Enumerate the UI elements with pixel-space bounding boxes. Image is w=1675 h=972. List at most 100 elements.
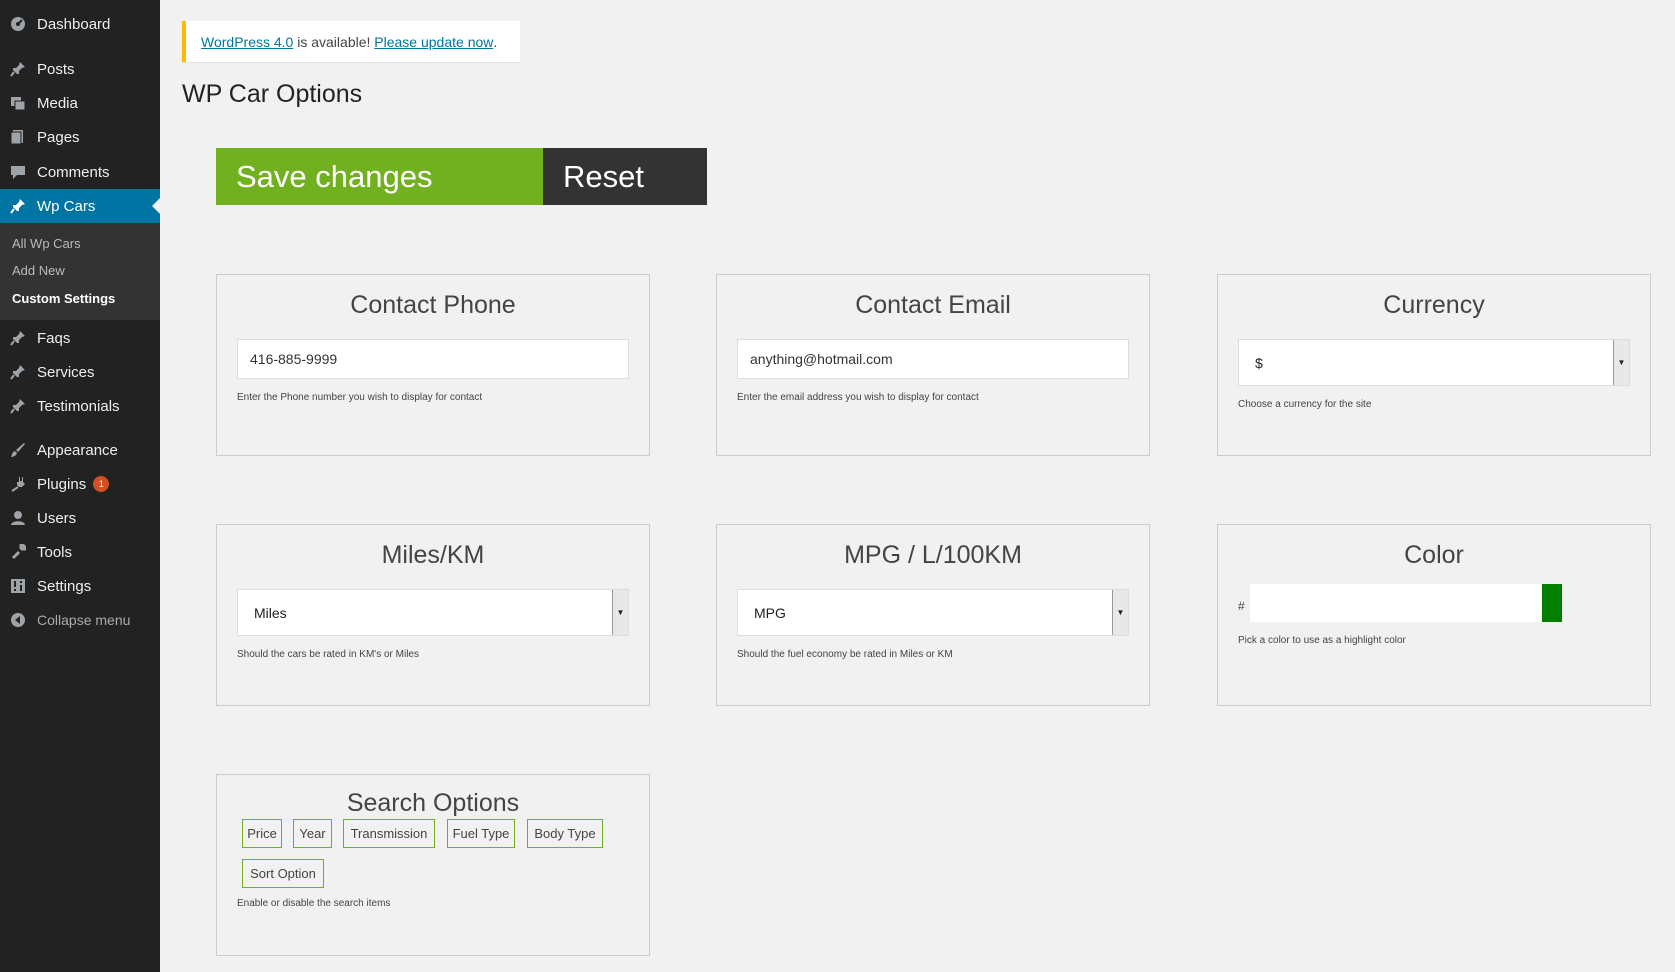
card-title: Color — [1404, 541, 1464, 569]
pin-icon — [9, 363, 27, 381]
brush-icon — [9, 441, 27, 459]
sidebar-item-comments[interactable]: Comments — [0, 155, 160, 189]
chip-sort-option[interactable]: Sort Option — [242, 859, 324, 888]
card-title: Contact Phone — [350, 291, 516, 319]
sidebar-item-plugins[interactable]: Plugins 1 — [0, 467, 160, 501]
pin-icon — [9, 397, 27, 415]
help-text: Should the fuel economy be rated in Mile… — [737, 649, 953, 660]
selected-value: MPG — [754, 605, 786, 621]
chip-price[interactable]: Price — [242, 819, 282, 848]
card-title: Search Options — [346, 789, 520, 817]
hash-prefix: # — [1238, 599, 1245, 613]
settings-icon — [9, 577, 27, 595]
update-now-link[interactable]: Please update now — [374, 34, 493, 50]
sidebar-item-label: Comments — [37, 163, 110, 181]
pin-icon — [9, 60, 27, 78]
sidebar-item-posts[interactable]: Posts — [0, 52, 160, 86]
sidebar-item-label: Testimonials — [37, 397, 120, 415]
notice-period: . — [493, 33, 498, 50]
sidebar-item-tools[interactable]: Tools — [0, 535, 160, 569]
dropdown-arrow-icon: ▼ — [1112, 590, 1128, 635]
plugins-update-badge: 1 — [93, 476, 110, 492]
update-notice: WordPress 4.0 is available! Please updat… — [182, 21, 520, 62]
sidebar-item-label: Dashboard — [37, 15, 111, 33]
sidebar-item-dashboard[interactable]: Dashboard — [0, 7, 160, 41]
card-title: Currency — [1383, 291, 1485, 319]
help-text: Enter the Phone number you wish to displ… — [237, 392, 483, 403]
chip-fuel-type[interactable]: Fuel Type — [447, 819, 515, 848]
wp-cars-submenu: All Wp Cars Add New Custom Settings — [0, 223, 160, 320]
miles-km-card: Miles/KM Miles ▼ Should the cars be rate… — [216, 524, 650, 706]
pages-icon — [9, 128, 27, 146]
card-title: Contact Email — [855, 291, 1011, 319]
wordpress-version-link[interactable]: WordPress 4.0 — [201, 34, 293, 50]
submenu-all-wp-cars[interactable]: All Wp Cars — [12, 236, 81, 251]
sidebar-item-testimonials[interactable]: Testimonials — [0, 389, 160, 423]
help-text: Choose a currency for the site — [1238, 399, 1372, 410]
contact-phone-card: Contact Phone Enter the Phone number you… — [216, 274, 650, 456]
reset-button[interactable]: Reset — [543, 148, 707, 205]
selected-value: $ — [1255, 355, 1263, 371]
save-changes-button[interactable]: Save changes — [216, 148, 543, 205]
contact-phone-input[interactable] — [237, 339, 629, 379]
wrench-icon — [9, 543, 27, 561]
currency-card: Currency $ ▼ Choose a currency for the s… — [1217, 274, 1651, 456]
selected-value: Miles — [254, 605, 287, 621]
page-title: WP Car Options — [182, 80, 363, 108]
collapse-menu-label: Collapse menu — [37, 612, 131, 628]
chip-year[interactable]: Year — [293, 819, 332, 848]
chip-transmission[interactable]: Transmission — [343, 819, 435, 848]
color-card: Color # Pick a color to use as a highlig… — [1217, 524, 1651, 706]
admin-sidebar: Dashboard Posts Media Pages Comments Wp … — [0, 0, 160, 972]
color-hex-input[interactable] — [1250, 584, 1542, 622]
card-title: MPG / L/100KM — [844, 541, 1022, 569]
sidebar-item-label: Plugins — [37, 475, 87, 493]
mpg-card: MPG / L/100KM MPG ▼ Should the fuel econ… — [716, 524, 1150, 706]
currency-select[interactable]: $ ▼ — [1238, 339, 1630, 386]
submenu-add-new[interactable]: Add New — [12, 263, 65, 278]
help-text: Should the cars be rated in KM's or Mile… — [237, 649, 419, 660]
dashboard-icon — [9, 15, 27, 33]
contact-email-card: Contact Email Enter the email address yo… — [716, 274, 1150, 456]
sidebar-item-label: Settings — [37, 577, 92, 595]
chip-body-type[interactable]: Body Type — [527, 819, 603, 848]
miles-km-select[interactable]: Miles ▼ — [237, 589, 629, 636]
user-icon — [9, 509, 27, 527]
dropdown-arrow-icon: ▼ — [1613, 340, 1629, 385]
sidebar-item-label: Appearance — [37, 441, 118, 459]
contact-email-input[interactable] — [737, 339, 1129, 379]
submenu-custom-settings[interactable]: Custom Settings — [12, 291, 115, 306]
sidebar-item-label: Users — [37, 509, 77, 527]
sidebar-item-pages[interactable]: Pages — [0, 120, 160, 154]
sidebar-item-label: Media — [37, 94, 78, 112]
sidebar-item-media[interactable]: Media — [0, 86, 160, 120]
sidebar-item-services[interactable]: Services — [0, 355, 160, 389]
media-icon — [9, 94, 27, 112]
sidebar-item-faqs[interactable]: Faqs — [0, 321, 160, 355]
dropdown-arrow-icon: ▼ — [612, 590, 628, 635]
sidebar-item-label: Posts — [37, 60, 75, 78]
sidebar-item-settings[interactable]: Settings — [0, 569, 160, 603]
sidebar-item-appearance[interactable]: Appearance — [0, 433, 160, 467]
sidebar-item-label: Services — [37, 363, 95, 381]
sidebar-item-label: Tools — [37, 543, 73, 561]
collapse-arrow-icon — [9, 611, 27, 629]
sidebar-item-users[interactable]: Users — [0, 501, 160, 535]
comments-icon — [9, 163, 27, 181]
plugin-icon — [9, 475, 27, 493]
card-title: Miles/KM — [381, 541, 485, 569]
sidebar-item-label: Pages — [37, 128, 80, 146]
color-swatch[interactable] — [1542, 584, 1562, 622]
mpg-select[interactable]: MPG ▼ — [737, 589, 1129, 636]
help-text: Pick a color to use as a highlight color — [1238, 635, 1406, 646]
help-text: Enable or disable the search items — [237, 898, 391, 909]
help-text: Enter the email address you wish to disp… — [737, 392, 979, 403]
pin-icon — [9, 197, 27, 215]
search-options-card: Search Options Price Year Transmission F… — [216, 774, 650, 956]
sidebar-item-wp-cars[interactable]: Wp Cars — [0, 189, 160, 223]
notice-text: is available! — [293, 33, 375, 50]
collapse-menu-button[interactable]: Collapse menu — [0, 603, 160, 637]
sidebar-item-label: Faqs — [37, 329, 71, 347]
sidebar-item-label: Wp Cars — [37, 197, 96, 215]
pin-icon — [9, 329, 27, 347]
